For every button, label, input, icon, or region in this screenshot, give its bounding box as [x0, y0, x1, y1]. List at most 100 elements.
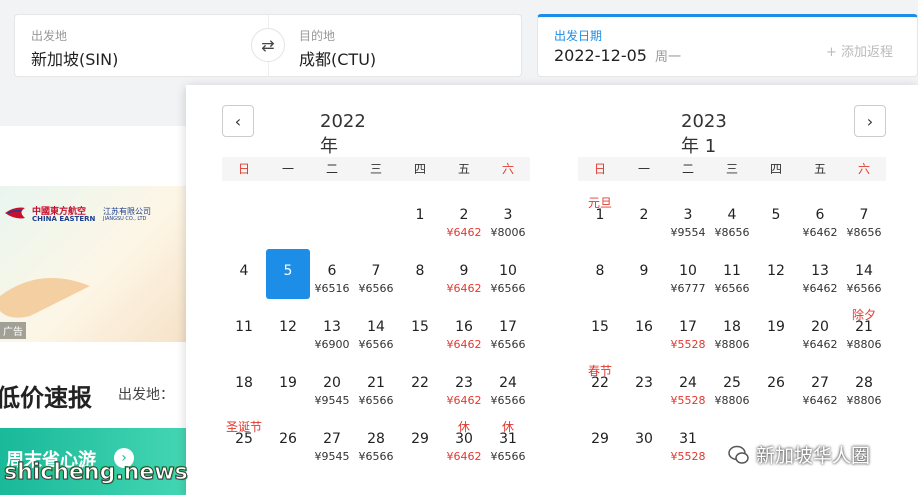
- calendar-day[interactable]: 7 ¥6566: [354, 249, 398, 299]
- calendar-day[interactable]: 17 ¥6566: [486, 305, 530, 355]
- calendar-day[interactable]: 19: [266, 361, 310, 411]
- calendar-day[interactable]: 8: [578, 249, 622, 299]
- calendar-day-selected[interactable]: 5: [266, 249, 310, 299]
- airline-branch-en: JIANGSU CO., LTD: [103, 216, 147, 222]
- calendar-day[interactable]: 22: [398, 361, 442, 411]
- day-number: 23: [635, 375, 653, 391]
- day-number: 2: [639, 207, 649, 223]
- weekday-label: 五: [457, 162, 470, 176]
- weekday-header: 日一二三四五六: [222, 157, 530, 181]
- calendar-day[interactable]: 14 ¥6566: [842, 249, 886, 299]
- ad-tag: 广告: [0, 322, 26, 339]
- calendar-day[interactable]: 24 ¥6566: [486, 361, 530, 411]
- destination-field[interactable]: 目的地 成都(CTU): [268, 14, 522, 77]
- calendar-day[interactable]: 9: [622, 249, 666, 299]
- calendar-day[interactable]: 26: [754, 361, 798, 411]
- calendar-day[interactable]: 6 ¥6462: [798, 193, 842, 243]
- calendar-day[interactable]: 11: [222, 305, 266, 355]
- calendar-day[interactable]: 18: [222, 361, 266, 411]
- calendar-day[interactable]: 11 ¥6566: [710, 249, 754, 299]
- calendar-day[interactable]: 12: [754, 249, 798, 299]
- calendar-day[interactable]: 9 ¥6462: [442, 249, 486, 299]
- calendar-day[interactable]: 元旦 1: [578, 193, 622, 243]
- day-number: 8: [415, 263, 425, 279]
- weekday-label: 六: [501, 162, 514, 176]
- calendar-day[interactable]: 除夕 21 ¥8806: [842, 305, 886, 355]
- calendar-day[interactable]: 休 31 ¥6566: [486, 417, 530, 467]
- calendar-day[interactable]: 12: [266, 305, 310, 355]
- calendar-day[interactable]: 20 ¥9545: [310, 361, 354, 411]
- day-number: 4: [727, 207, 737, 223]
- calendar-day[interactable]: 18 ¥8806: [710, 305, 754, 355]
- origin-field[interactable]: 出发地 新加坡(SIN): [14, 14, 268, 77]
- calendar-day[interactable]: 1: [398, 193, 442, 243]
- calendar-day[interactable]: 4 ¥8656: [710, 193, 754, 243]
- day-price: ¥8006: [490, 226, 526, 239]
- calendar-day[interactable]: 23 ¥6462: [442, 361, 486, 411]
- airline-logo-icon: [5, 207, 25, 219]
- calendar-day[interactable]: 2: [622, 193, 666, 243]
- calendar-day[interactable]: 31 ¥5528: [666, 417, 710, 467]
- weekday-label: 四: [413, 162, 426, 176]
- day-number: 13: [811, 263, 829, 279]
- calendar-day[interactable]: 8: [398, 249, 442, 299]
- calendar-day[interactable]: 7 ¥8656: [842, 193, 886, 243]
- day-number: 16: [635, 319, 653, 335]
- calendar-day[interactable]: 圣诞节 25: [222, 417, 266, 467]
- weekday-label: 一: [281, 162, 294, 176]
- calendar-day[interactable]: 14 ¥6566: [354, 305, 398, 355]
- calendar-day[interactable]: 23: [622, 361, 666, 411]
- calendar-day[interactable]: 25 ¥8806: [710, 361, 754, 411]
- calendar-day[interactable]: 春节 22: [578, 361, 622, 411]
- calendar-day[interactable]: 17 ¥5528: [666, 305, 710, 355]
- ad-banner[interactable]: [0, 186, 186, 342]
- calendar-day[interactable]: 13 ¥6900: [310, 305, 354, 355]
- departure-date-field[interactable]: 出发日期 2022-12-05 周一 + 添加返程: [537, 14, 918, 77]
- calendar-day[interactable]: 28 ¥8806: [842, 361, 886, 411]
- day-price: ¥6566: [358, 282, 394, 295]
- calendar-day[interactable]: 27 ¥6462: [798, 361, 842, 411]
- calendar-day[interactable]: 10 ¥6777: [666, 249, 710, 299]
- weekday-label: 四: [769, 162, 782, 176]
- calendar-day[interactable]: 15: [578, 305, 622, 355]
- calendar-day[interactable]: 13 ¥6462: [798, 249, 842, 299]
- calendar-day[interactable]: 10 ¥6566: [486, 249, 530, 299]
- add-return-button[interactable]: + 添加返程: [826, 41, 893, 60]
- calendar-day[interactable]: 16: [622, 305, 666, 355]
- calendar-day[interactable]: 27 ¥9545: [310, 417, 354, 467]
- departure-date-value: 2022-12-05 周一: [554, 46, 681, 65]
- origin-value: 新加坡(SIN): [31, 50, 119, 69]
- calendar-day[interactable]: 30: [622, 417, 666, 467]
- day-number: 8: [595, 263, 605, 279]
- calendar-day[interactable]: 3 ¥9554: [666, 193, 710, 243]
- day-number: 28: [367, 431, 385, 447]
- calendar-day[interactable]: 4: [222, 249, 266, 299]
- day-number: 27: [323, 431, 341, 447]
- swap-icon[interactable]: ⇄: [251, 28, 285, 62]
- day-number: 6: [327, 263, 337, 279]
- calendar-day[interactable]: 3 ¥8006: [486, 193, 530, 243]
- calendar-day[interactable]: 19: [754, 305, 798, 355]
- calendar-day[interactable]: 26: [266, 417, 310, 467]
- weekday-label: 二: [681, 162, 694, 176]
- prev-month-button[interactable]: ‹: [222, 105, 254, 137]
- calendar-day[interactable]: 28 ¥6566: [354, 417, 398, 467]
- calendar-day[interactable]: 5: [754, 193, 798, 243]
- calendar-day[interactable]: 6 ¥6516: [310, 249, 354, 299]
- day-number: 4: [239, 263, 249, 279]
- day-number: 3: [683, 207, 693, 223]
- next-month-button[interactable]: ›: [854, 105, 886, 137]
- weekday-text: 周一: [654, 50, 681, 65]
- day-number: 25: [723, 375, 741, 391]
- weekday-header: 日一二三四五六: [578, 157, 886, 181]
- calendar-day[interactable]: 16 ¥6462: [442, 305, 486, 355]
- calendar-day[interactable]: 29: [578, 417, 622, 467]
- day-price: ¥8806: [846, 394, 882, 407]
- calendar-day[interactable]: 24 ¥5528: [666, 361, 710, 411]
- day-price: ¥6566: [490, 338, 526, 351]
- day-number: 26: [279, 431, 297, 447]
- calendar-day[interactable]: 21 ¥6566: [354, 361, 398, 411]
- calendar-day[interactable]: 2 ¥6462: [442, 193, 486, 243]
- calendar-day[interactable]: 15: [398, 305, 442, 355]
- day-number: 30: [635, 431, 653, 447]
